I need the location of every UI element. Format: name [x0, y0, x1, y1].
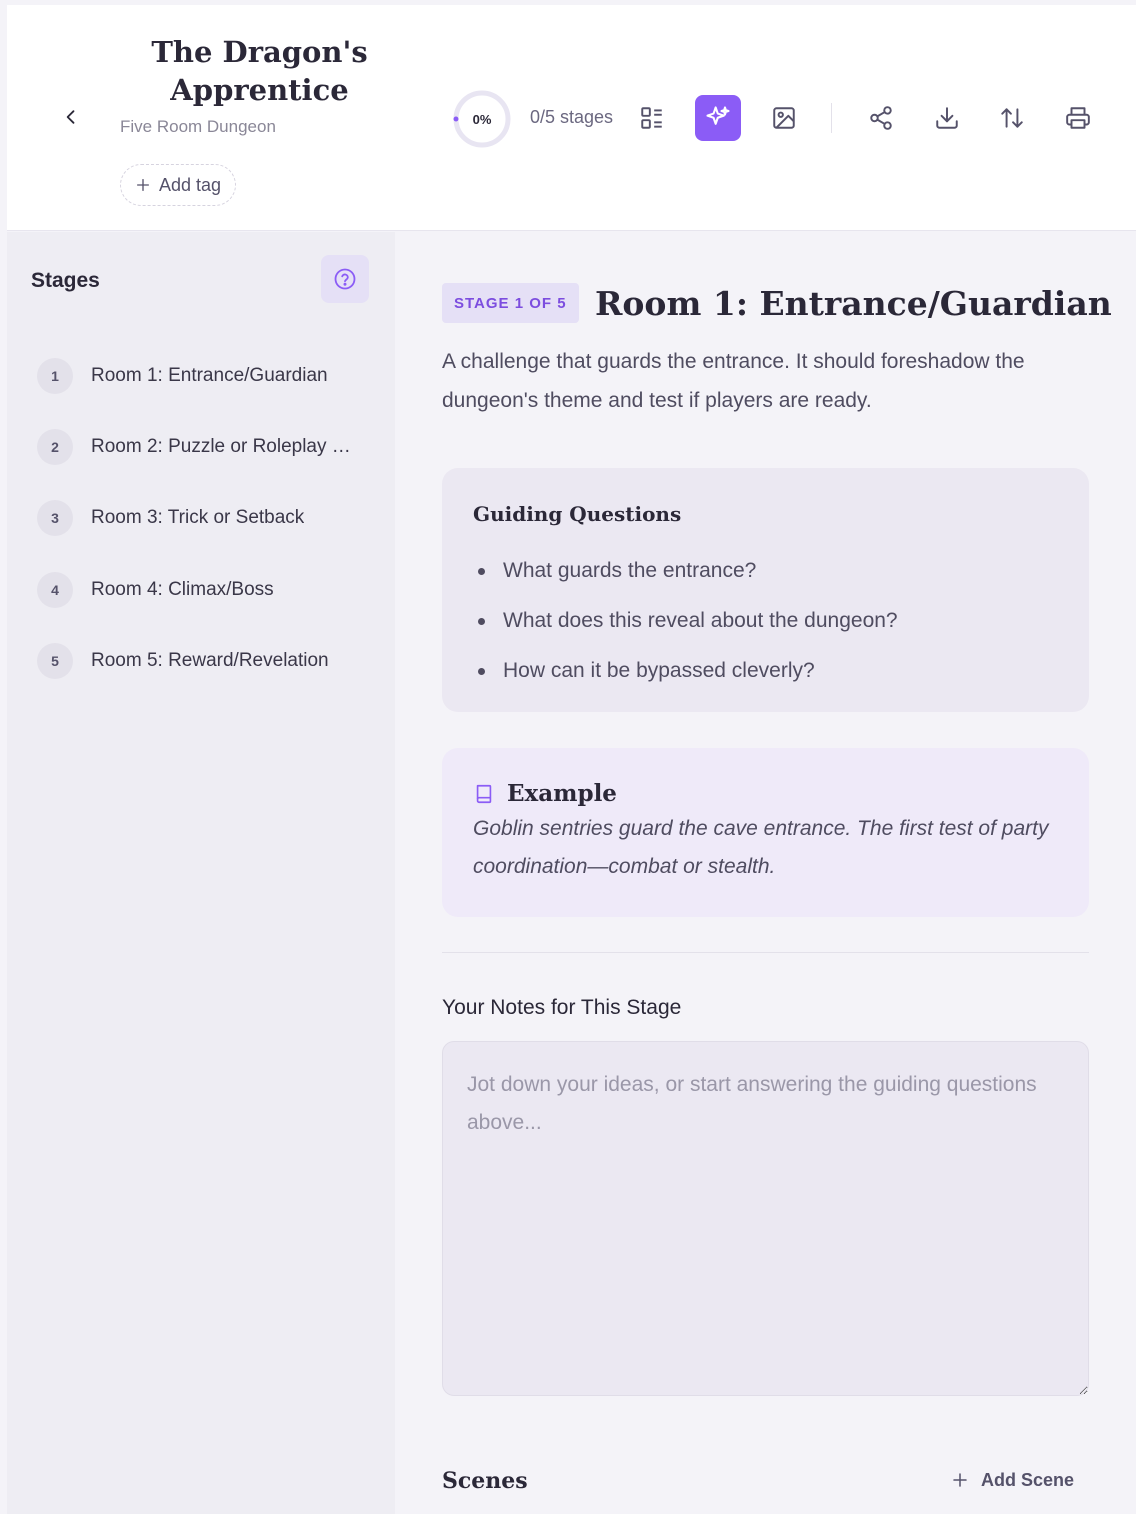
app-window: The Dragon's Apprentice Five Room Dungeo…: [7, 5, 1136, 1514]
chevron-left-icon: [66, 110, 75, 124]
question-circle-icon: [334, 268, 356, 290]
add-scene-label: Add Scene: [981, 1469, 1075, 1490]
list-layout-icon: [641, 107, 662, 129]
stage-detail: STAGE 1 OF 5 Room 1: Entrance/Guardian A…: [395, 232, 1136, 1514]
book-icon: [476, 784, 492, 803]
progress-percent: 0%: [472, 111, 492, 127]
image-button[interactable]: [761, 95, 807, 141]
back-button[interactable]: [55, 101, 87, 133]
share-button[interactable]: [858, 95, 904, 141]
stage-item-4[interactable]: 4 Room 4: Climax/Boss: [19, 554, 382, 625]
toolbar-divider: [831, 103, 832, 133]
stage-label: Room 1: Entrance/Guardian: [91, 364, 328, 386]
stage-number: 2: [37, 428, 73, 465]
download-button[interactable]: [924, 95, 970, 141]
stage-number: 1: [37, 357, 73, 394]
printer-icon: [1066, 107, 1090, 129]
document-template: Five Room Dungeon: [120, 117, 276, 136]
add-scene-button[interactable]: Add Scene: [951, 1464, 1074, 1496]
stage-number: 4: [37, 571, 73, 608]
stage-number: 5: [37, 642, 73, 679]
stage-label: Room 3: Trick or Setback: [91, 506, 305, 528]
add-tag-button[interactable]: Add tag: [120, 164, 237, 206]
stage-label: Room 5: Reward/Revelation: [91, 649, 329, 671]
sparkles-icon: [706, 106, 730, 125]
guiding-questions-heading: Guiding Questions: [473, 502, 682, 526]
stages-sidebar: Stages 1 Room 1: Entrance/Guardian 2 Roo…: [7, 232, 395, 1514]
stages-help-button[interactable]: [321, 255, 369, 303]
plus-icon: [953, 1473, 967, 1487]
print-button[interactable]: [1055, 95, 1101, 141]
sidebar-title: Stages: [31, 269, 100, 292]
download-icon: [936, 107, 958, 129]
section-divider: [442, 952, 1089, 953]
stage-description: A challenge that guards the entrance. It…: [442, 350, 1025, 412]
document-title[interactable]: The Dragon's Apprentice: [137, 33, 382, 109]
share-icon: [870, 106, 892, 130]
stage-badge: STAGE 1 OF 5: [442, 283, 579, 323]
example-card: Example Goblin sentries guard the cave e…: [442, 748, 1089, 917]
stage-title: Room 1: Entrance/Guardian: [595, 284, 1112, 323]
header: The Dragon's Apprentice Five Room Dungeo…: [7, 5, 1136, 231]
sort-arrows-icon: [1001, 108, 1023, 128]
stage-notes-textarea[interactable]: [442, 1041, 1089, 1396]
example-text: Goblin sentries guard the cave entrance.…: [473, 817, 1049, 878]
ai-assist-button[interactable]: [695, 95, 741, 141]
stage-item-5[interactable]: 5 Room 5: Reward/Revelation: [19, 625, 382, 696]
stage-number: 3: [37, 499, 73, 536]
stage-label: Room 2: Puzzle or Roleplay Challenge: [91, 435, 355, 457]
progress-ring: 0%: [452, 89, 512, 149]
plus-icon: [137, 179, 149, 191]
list-item: What guards the entrance?: [478, 546, 898, 596]
add-tag-label: Add tag: [159, 174, 222, 195]
stage-label: Room 4: Climax/Boss: [91, 578, 274, 600]
stage-item-1[interactable]: 1 Room 1: Entrance/Guardian: [19, 340, 382, 411]
example-heading: Example: [507, 780, 617, 807]
list-item: How can it be bypassed cleverly?: [478, 646, 898, 696]
stage-item-3[interactable]: 3 Room 3: Trick or Setback: [19, 482, 382, 553]
guiding-questions-list: What guards the entrance? What does this…: [478, 546, 898, 696]
stage-count: 0/5 stages: [530, 107, 614, 127]
stage-item-2[interactable]: 2 Room 2: Puzzle or Roleplay Challenge: [19, 411, 382, 482]
guiding-questions-card: Guiding Questions What guards the entran…: [442, 468, 1089, 712]
list-item: What does this reveal about the dungeon?: [478, 596, 898, 646]
image-icon: [773, 107, 795, 129]
sort-button[interactable]: [989, 95, 1035, 141]
scenes-heading: Scenes: [442, 1468, 528, 1494]
notes-label: Your Notes for This Stage: [442, 996, 682, 1019]
outline-view-button[interactable]: [629, 95, 675, 141]
